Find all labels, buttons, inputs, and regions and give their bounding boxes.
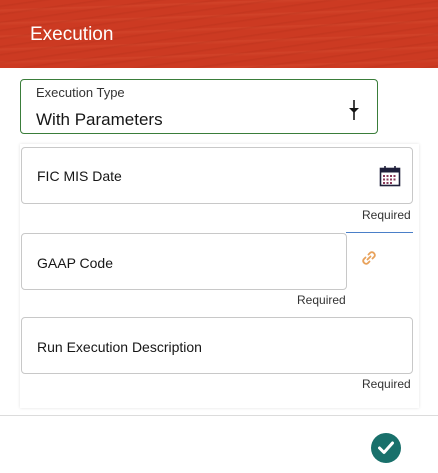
fic-mis-date-field[interactable]: FIC MIS Date <box>21 147 413 204</box>
gaap-code-label: GAAP Code <box>37 255 114 271</box>
gaap-code-required: Required <box>297 293 346 307</box>
ok-button[interactable] <box>371 433 401 463</box>
checkmark-icon <box>378 441 394 454</box>
footer-divider <box>0 415 438 416</box>
run-execution-description-field[interactable]: Run Execution Description <box>21 317 413 374</box>
fic-mis-date-required: Required <box>362 208 411 222</box>
fic-mis-date-label: FIC MIS Date <box>37 168 122 184</box>
link-icon[interactable] <box>359 248 379 268</box>
run-execution-description-required: Required <box>362 377 411 391</box>
run-execution-description-label: Run Execution Description <box>37 339 202 355</box>
calendar-icon[interactable] <box>379 165 401 187</box>
dialog-title: Execution <box>30 24 114 45</box>
execution-type-value: With Parameters <box>36 110 163 129</box>
gaap-code-field[interactable]: GAAP Code <box>21 233 347 290</box>
execution-dialog: Execution Execution Type With Parameters… <box>0 0 438 473</box>
execution-type-label: Execution Type <box>36 85 125 100</box>
dialog-header: Execution <box>0 0 438 68</box>
dropdown-arrow-icon[interactable] <box>347 99 361 121</box>
execution-type-select[interactable]: Execution Type With Parameters <box>20 79 378 134</box>
focus-indicator <box>346 232 413 233</box>
